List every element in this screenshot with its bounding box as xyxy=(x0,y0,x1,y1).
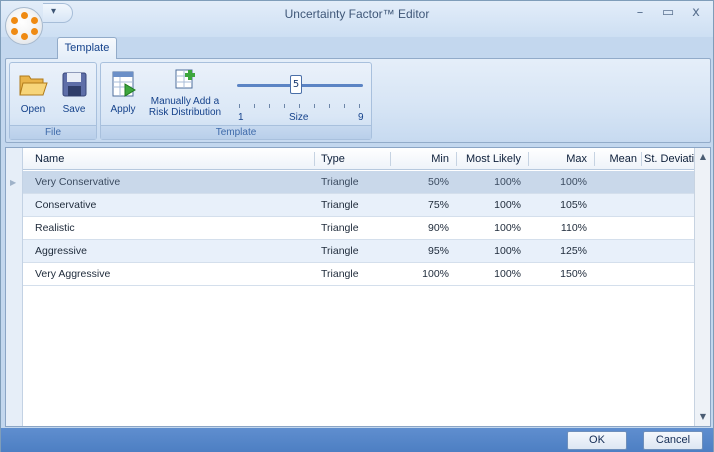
maximize-button[interactable]: ▭ xyxy=(657,4,679,22)
cell-most-likely[interactable]: 100% xyxy=(459,240,525,262)
dialog-button-bar: OK Cancel xyxy=(1,428,713,452)
cell-most-likely[interactable]: 100% xyxy=(459,171,525,193)
cell-type[interactable]: Triangle xyxy=(317,217,387,239)
add-distribution-label-line1: Manually Add a xyxy=(150,96,220,107)
table-row[interactable]: Conservative Triangle 75% 100% 105% xyxy=(23,194,694,217)
open-label: Open xyxy=(20,104,46,115)
cell-name[interactable]: Aggressive xyxy=(31,240,311,262)
cancel-button[interactable]: Cancel xyxy=(643,431,703,450)
cell-name[interactable]: Conservative xyxy=(31,194,311,216)
editor-window: ▾ Uncertainty Factor™ Editor – ▭ x Templ… xyxy=(0,0,714,452)
table-row[interactable]: Aggressive Triangle 95% 100% 125% xyxy=(23,240,694,263)
save-label: Save xyxy=(62,104,86,115)
slider-min-label: 1 xyxy=(238,112,244,123)
cell-max[interactable]: 110% xyxy=(531,217,591,239)
cell-st-deviation[interactable] xyxy=(642,171,694,193)
cell-type[interactable]: Triangle xyxy=(317,263,387,285)
current-row-indicator-icon: ▶ xyxy=(10,178,17,187)
cell-min[interactable]: 90% xyxy=(393,217,453,239)
column-header-max[interactable]: Max xyxy=(531,148,591,170)
add-distribution-label-line2: Risk Distribution xyxy=(148,107,222,118)
minimize-button[interactable]: – xyxy=(629,4,651,22)
distribution-grid: ▶ Name Type Min Most Likely Max Mean St.… xyxy=(5,147,711,427)
cell-st-deviation[interactable] xyxy=(642,217,694,239)
apply-sheet-icon xyxy=(112,71,136,97)
application-menu-button[interactable] xyxy=(5,7,43,45)
vertical-scrollbar[interactable]: ▲ ▼ xyxy=(694,148,710,426)
open-button[interactable]: Open xyxy=(13,67,53,115)
close-button[interactable]: x xyxy=(685,4,707,22)
cell-most-likely[interactable]: 100% xyxy=(459,217,525,239)
slider-max-label: 9 xyxy=(358,112,364,123)
ok-button[interactable]: OK xyxy=(567,431,627,450)
cell-min[interactable]: 50% xyxy=(393,171,453,193)
cell-st-deviation[interactable] xyxy=(642,240,694,262)
cell-st-deviation[interactable] xyxy=(642,194,694,216)
file-group: Open Save File xyxy=(9,62,97,140)
cell-max[interactable]: 105% xyxy=(531,194,591,216)
apply-label: Apply xyxy=(110,104,136,115)
save-button[interactable]: Save xyxy=(54,67,94,115)
save-disk-icon xyxy=(62,72,87,97)
cell-min[interactable]: 100% xyxy=(393,263,453,285)
add-risk-distribution-button[interactable]: Manually Add a Risk Distribution xyxy=(147,67,223,118)
cell-most-likely[interactable]: 100% xyxy=(459,263,525,285)
file-group-label: File xyxy=(10,125,96,139)
cell-mean[interactable] xyxy=(597,217,641,239)
tab-template[interactable]: Template xyxy=(57,37,117,59)
column-header-mean[interactable]: Mean xyxy=(597,148,641,170)
row-header-column: ▶ xyxy=(6,148,23,426)
apply-button[interactable]: Apply xyxy=(104,67,142,115)
cell-max[interactable]: 150% xyxy=(531,263,591,285)
cell-min[interactable]: 95% xyxy=(393,240,453,262)
cell-most-likely[interactable]: 100% xyxy=(459,194,525,216)
cell-mean[interactable] xyxy=(597,194,641,216)
cell-mean[interactable] xyxy=(597,263,641,285)
column-header-type[interactable]: Type xyxy=(317,148,387,170)
slider-caption: Size xyxy=(289,112,309,123)
cell-type[interactable]: Triangle xyxy=(317,171,387,193)
cell-name[interactable]: Very Conservative xyxy=(31,171,311,193)
table-row[interactable]: Very Conservative Triangle 50% 100% 100% xyxy=(23,171,694,194)
grid-column-header: Name Type Min Most Likely Max Mean St. D… xyxy=(23,148,694,170)
cell-mean[interactable] xyxy=(597,171,641,193)
scroll-up-icon[interactable]: ▲ xyxy=(696,150,710,164)
cell-name[interactable]: Very Aggressive xyxy=(31,263,311,285)
column-header-most-likely[interactable]: Most Likely xyxy=(459,148,525,170)
table-row[interactable]: Very Aggressive Triangle 100% 100% 150% xyxy=(23,263,694,286)
cell-type[interactable]: Triangle xyxy=(317,240,387,262)
window-title: Uncertainty Factor™ Editor xyxy=(284,7,430,21)
cell-max[interactable]: 125% xyxy=(531,240,591,262)
size-slider[interactable]: 5 1 Size 9 xyxy=(229,67,369,125)
cell-type[interactable]: Triangle xyxy=(317,194,387,216)
cell-max[interactable]: 100% xyxy=(531,171,591,193)
column-header-name[interactable]: Name xyxy=(31,148,311,170)
cell-st-deviation[interactable] xyxy=(642,263,694,285)
column-header-min[interactable]: Min xyxy=(393,148,453,170)
table-row[interactable]: Realistic Triangle 90% 100% 110% xyxy=(23,217,694,240)
title-bar: ▾ Uncertainty Factor™ Editor – ▭ x xyxy=(1,1,713,37)
scroll-down-icon[interactable]: ▼ xyxy=(696,410,710,424)
slider-thumb[interactable]: 5 xyxy=(290,75,302,94)
open-folder-icon xyxy=(19,75,48,96)
cell-min[interactable]: 75% xyxy=(393,194,453,216)
column-header-st-deviation[interactable]: St. Deviation xyxy=(642,148,694,170)
template-group: Apply Manually Add a Risk Distribution 5 xyxy=(100,62,372,140)
template-group-label: Template xyxy=(101,125,371,139)
add-distribution-icon xyxy=(175,69,195,89)
cell-name[interactable]: Realistic xyxy=(31,217,311,239)
ribbon: Open Save File Apply Manually Add a Risk… xyxy=(5,58,711,143)
cell-mean[interactable] xyxy=(597,240,641,262)
